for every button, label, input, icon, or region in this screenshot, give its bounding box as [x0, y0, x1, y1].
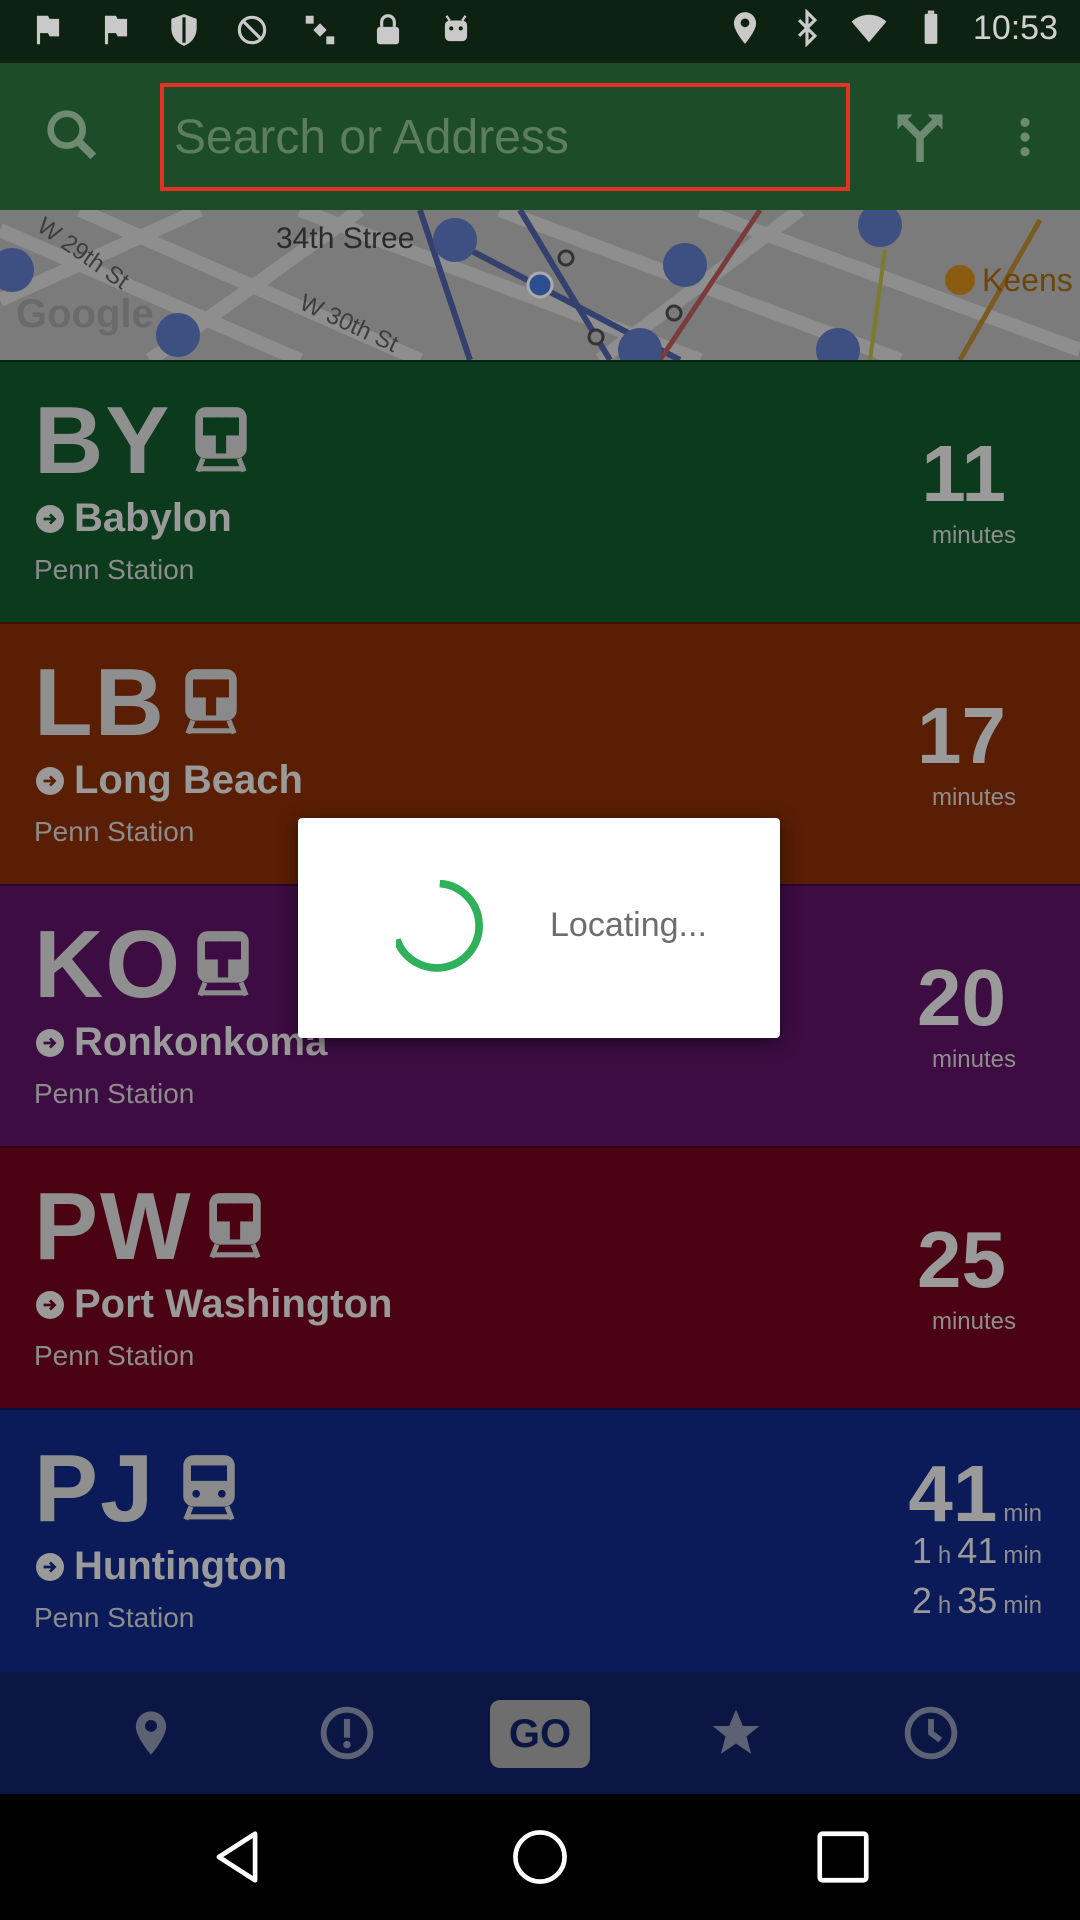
battery-icon	[911, 8, 951, 48]
route-code: PW	[34, 1173, 193, 1280]
location-pin-icon[interactable]	[120, 1702, 182, 1764]
departure-time-1: 41 min	[908, 1448, 1042, 1540]
destination-label: Huntington	[74, 1544, 288, 1588]
minutes-value: 25	[917, 1215, 1006, 1304]
route-card-pj[interactable]: PJ Huntington Penn Station 41 min 1 h 41…	[0, 1408, 1080, 1672]
route-fork-icon[interactable]	[890, 107, 950, 167]
dialog-message: Locating...	[550, 906, 707, 944]
map-view[interactable]	[0, 210, 1080, 360]
lock-icon	[368, 10, 408, 50]
origin-label: Penn Station	[34, 1078, 195, 1109]
shield-icon	[164, 10, 204, 50]
locating-dialog: Locating...	[298, 818, 780, 1038]
minutes-unit: min	[1003, 1542, 1042, 1569]
hours-value: 1	[911, 1530, 932, 1571]
route-destination: Ronkonkoma	[36, 1020, 327, 1065]
route-card-by[interactable]: BY Babylon Penn Station 11 minutes	[0, 360, 1080, 622]
route-code: KO	[34, 911, 182, 1018]
origin-label: Penn Station	[34, 1340, 195, 1371]
search-icon[interactable]	[40, 103, 104, 167]
app-bar	[0, 63, 1080, 210]
route-destination: Long Beach	[36, 758, 303, 803]
minutes-label: minutes	[931, 1046, 1016, 1073]
direction-arrow-icon	[36, 1552, 64, 1581]
destination-label: Long Beach	[74, 758, 303, 802]
train-icon	[192, 926, 254, 998]
go-button[interactable]: GO	[490, 1700, 590, 1768]
route-destination: Port Washington	[36, 1282, 392, 1327]
android-icon	[436, 10, 476, 50]
departure-time-2: 1 h 41 min	[912, 1530, 1042, 1572]
direction-arrow-icon	[36, 766, 64, 795]
hours-value: 2	[911, 1580, 932, 1621]
minutes-value: 35	[957, 1580, 998, 1621]
flag-icon	[96, 10, 136, 50]
route-code: LB	[34, 649, 166, 756]
location-icon	[725, 8, 765, 48]
star-icon[interactable]	[705, 1702, 767, 1764]
minutes-label: minutes	[931, 1308, 1016, 1335]
search-input[interactable]	[164, 87, 846, 187]
wifi-icon	[849, 8, 889, 48]
origin-label: Penn Station	[34, 816, 195, 847]
route-destination: Huntington	[36, 1544, 287, 1589]
destination-label: Ronkonkoma	[74, 1020, 328, 1064]
origin-label: Penn Station	[34, 554, 195, 585]
alert-icon[interactable]	[316, 1702, 378, 1764]
train-icon	[178, 1450, 240, 1522]
satellite-icon	[300, 10, 340, 50]
map-place-label: Keens	[982, 262, 1073, 298]
train-icon	[180, 664, 242, 736]
route-code: PJ	[34, 1435, 156, 1542]
minutes-value: 11	[921, 429, 1006, 518]
bottom-navigation: GO	[0, 1672, 1080, 1794]
no-sim-icon	[232, 10, 272, 50]
search-field-highlight	[160, 83, 850, 191]
clock-icon[interactable]	[900, 1702, 962, 1764]
map-attribution: Google	[16, 292, 154, 336]
destination-label: Babylon	[74, 496, 232, 540]
minutes-label: minutes	[931, 784, 1016, 811]
direction-arrow-icon	[36, 1028, 64, 1057]
hours-unit: h	[937, 1542, 952, 1569]
minutes-label: minutes	[931, 522, 1016, 549]
minutes-unit: min	[1003, 1500, 1042, 1527]
more-options-icon[interactable]	[1000, 107, 1050, 167]
origin-label: Penn Station	[34, 1602, 195, 1633]
minutes-unit: min	[1003, 1592, 1042, 1619]
system-navigation-bar	[0, 1794, 1080, 1920]
route-card-pw[interactable]: PW Port Washington Penn Station 25 minut…	[0, 1146, 1080, 1408]
departure-time-3: 2 h 35 min	[912, 1580, 1042, 1622]
status-bar: 10:53	[0, 0, 1080, 63]
map-street-label: 34th Stree	[276, 222, 415, 255]
train-icon	[190, 402, 252, 474]
direction-arrow-icon	[36, 1290, 64, 1319]
bluetooth-icon	[787, 8, 827, 48]
home-icon[interactable]	[509, 1826, 571, 1888]
minutes-value: 20	[917, 953, 1006, 1042]
route-code: BY	[34, 387, 172, 494]
train-icon	[204, 1188, 266, 1260]
destination-label: Port Washington	[74, 1282, 393, 1326]
minutes-value: 17	[917, 691, 1006, 780]
recents-icon[interactable]	[812, 1826, 874, 1888]
flag-icon	[28, 10, 68, 50]
direction-arrow-icon	[36, 504, 64, 533]
minutes-value: 41	[957, 1530, 998, 1571]
hours-unit: h	[937, 1592, 952, 1619]
back-icon[interactable]	[206, 1826, 268, 1888]
minutes-value: 41	[908, 1449, 998, 1538]
status-time: 10:53	[972, 8, 1058, 47]
route-destination: Babylon	[36, 496, 232, 541]
loading-spinner-icon	[393, 879, 492, 976]
